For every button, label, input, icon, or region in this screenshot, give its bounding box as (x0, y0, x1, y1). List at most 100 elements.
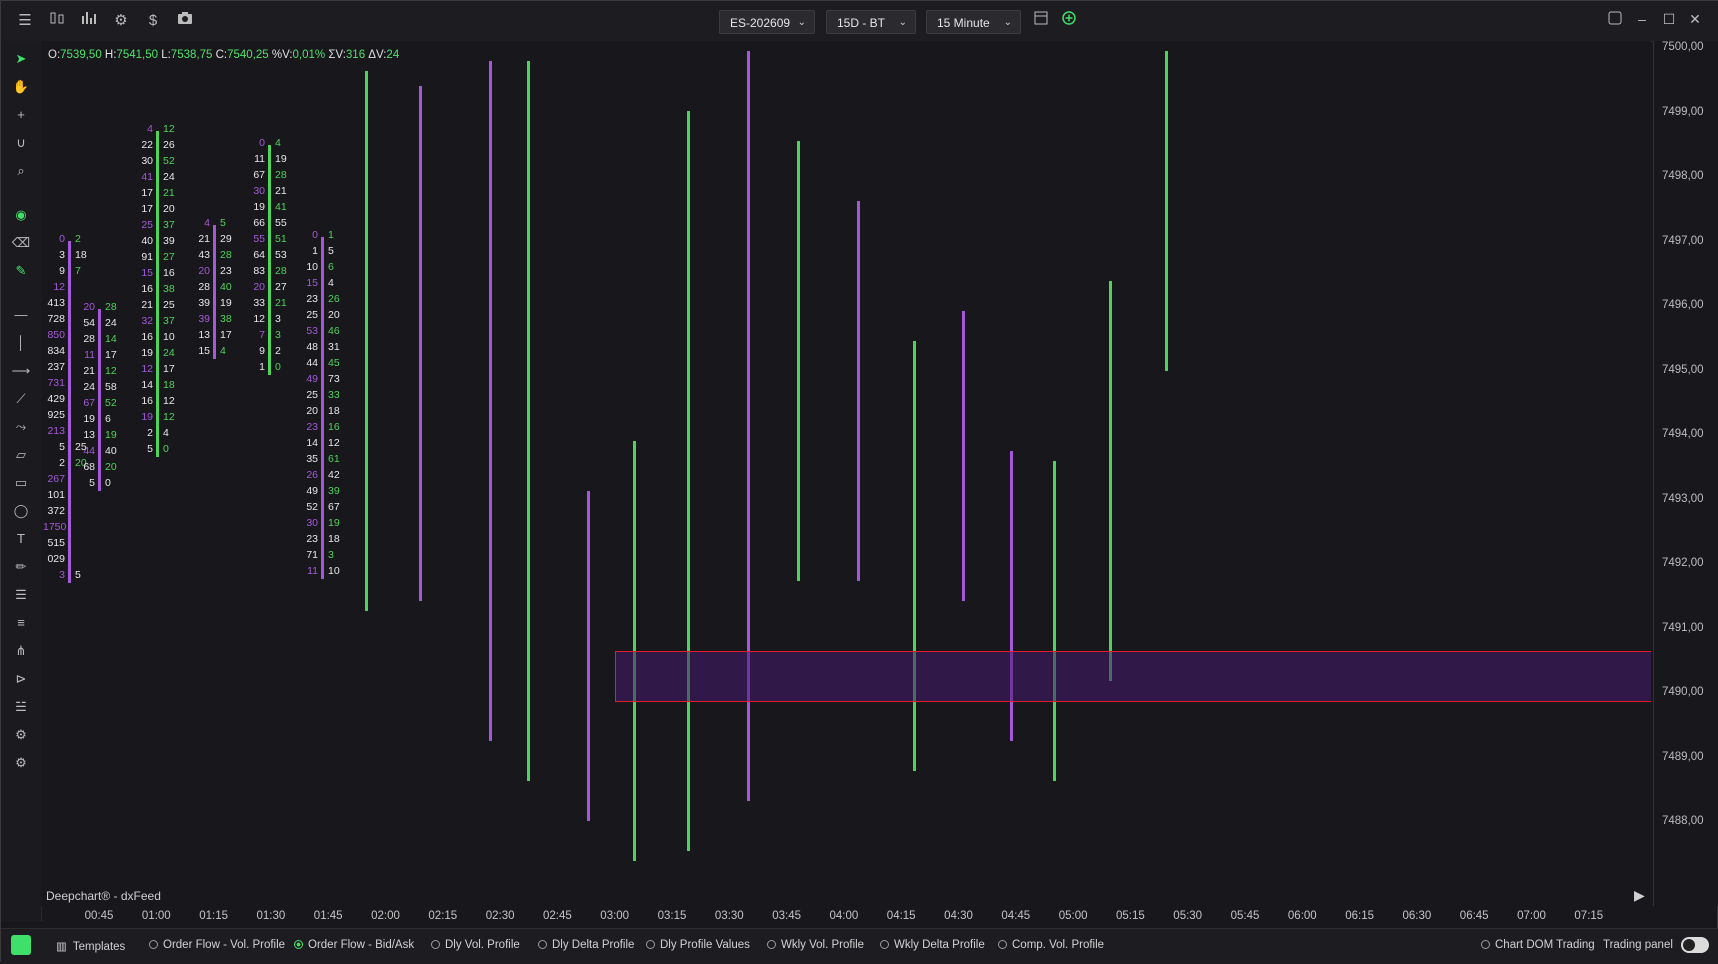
template-option[interactable]: Wkly Vol. Profile (767, 939, 864, 951)
play-icon[interactable]: ▶ (1634, 887, 1645, 904)
eraser-icon[interactable]: ⌫ (11, 233, 31, 253)
minimize-icon[interactable]: – (1632, 11, 1652, 27)
open-label: O: (48, 49, 61, 61)
pitchfork-icon[interactable]: ⋔ (11, 641, 31, 661)
template-option[interactable]: Comp. Vol. Profile (998, 939, 1104, 951)
selected-price-zone[interactable] (615, 651, 1651, 702)
bid-volume: 10 (306, 261, 318, 273)
price-label: 7496,00 (1662, 299, 1704, 311)
crosshair-icon[interactable]: + (11, 105, 31, 125)
layout-icon[interactable] (1031, 11, 1051, 31)
template-option[interactable]: Wkly Delta Profile (880, 939, 985, 951)
ray-icon[interactable]: ⟶ (11, 361, 31, 381)
ask-volume: 27 (163, 251, 175, 263)
bar-chart-icon[interactable] (79, 11, 99, 31)
templates-button[interactable]: ▥ Templates (56, 939, 125, 953)
footprint-cell: 21 29 (186, 233, 242, 249)
bid-volume: 21 (83, 365, 95, 377)
footprint-cell: 1750 (41, 521, 97, 537)
radio-icon (767, 940, 776, 949)
template-option[interactable]: Dly Profile Values (646, 939, 750, 951)
bid-volume: 19 (253, 201, 265, 213)
bid-volume: 267 (47, 473, 65, 485)
ellipse-icon[interactable]: ◯ (11, 501, 31, 521)
price-label: 7497,00 (1662, 234, 1704, 247)
footprint-cell: 32 37 (129, 315, 185, 331)
panel-toggle-icon[interactable] (11, 935, 31, 955)
template-option[interactable]: Order Flow - Vol. Profile (149, 939, 285, 951)
ask-volume: 26 (163, 139, 175, 151)
footprint-cell: 91 27 (129, 251, 185, 267)
period-dropdown[interactable]: 15D - BT ⌄ (826, 10, 916, 34)
footprint-cell: 21 25 (129, 299, 185, 315)
menu-icon[interactable]: ☰ (15, 11, 35, 31)
close-icon[interactable]: ✕ (1685, 11, 1705, 28)
vertical-line-icon[interactable]: │ (11, 333, 31, 353)
play-range-icon[interactable]: ⊳ (11, 669, 31, 689)
trendline-icon[interactable]: ⟋ (11, 389, 31, 409)
bars-icon[interactable] (47, 11, 67, 31)
bid-volume: 40 (141, 235, 153, 247)
profile-icon[interactable]: ☱ (11, 697, 31, 717)
hand-icon[interactable]: ✋ (11, 77, 31, 97)
ruler-icon[interactable]: ▱ (11, 445, 31, 465)
template-option[interactable]: Dly Vol. Profile (431, 939, 520, 951)
template-option-label: Dly Vol. Profile (445, 939, 520, 951)
time-axis[interactable]: 00:45 01:00 01:15 01:30 01:45 02:00 02:15 02:30… (41, 906, 1651, 928)
rectangle-icon[interactable]: ▭ (11, 473, 31, 493)
bottom-bar: ▥ Templates Order Flow - Vol. Profile Orde… (1, 928, 1718, 964)
ask-volume: 7 (75, 265, 81, 277)
cursor-icon[interactable]: ➤ (11, 49, 31, 69)
bid-volume: 850 (47, 329, 65, 341)
footprint-cell: 20 23 (186, 265, 242, 281)
camera-icon[interactable] (175, 11, 195, 31)
add-circle-icon[interactable] (1059, 11, 1079, 31)
object-settings-icon[interactable]: ⚙ (11, 753, 31, 773)
time-label: 01:15 (199, 910, 228, 922)
footprint-chart[interactable]: 0 2 3 18 9 7 12 413 728 850 834 237 731 429 925 213 5 25 2… (41, 41, 1651, 906)
bid-volume: 2 (147, 427, 153, 439)
trading-panel-toggle[interactable] (1681, 937, 1709, 953)
bid-volume: 029 (47, 553, 65, 565)
chart-dom-trading-option[interactable]: Chart DOM Trading (1481, 939, 1595, 951)
template-option[interactable]: Dly Delta Profile (538, 939, 634, 951)
bid-volume: 25 (306, 389, 318, 401)
ask-volume: 12 (105, 365, 117, 377)
brush-icon[interactable]: ✏ (11, 557, 31, 577)
footprint-cell: 28 40 (186, 281, 242, 297)
dollar-icon[interactable]: $ (143, 11, 163, 31)
fib-icon[interactable]: ☰ (11, 585, 31, 605)
eye-icon[interactable]: ◉ (11, 205, 31, 225)
maximize-icon[interactable]: ☐ (1659, 11, 1679, 28)
panel-icon[interactable] (1605, 11, 1625, 28)
price-axis[interactable]: 7500,00 7499,00 7498,00 7497,00 7496,00 7495,… (1653, 41, 1718, 906)
lines-icon[interactable]: ≡ (11, 613, 31, 633)
footprint-cell: 97 (41, 265, 97, 281)
text-icon[interactable]: T (11, 529, 31, 549)
footprint-cell: 16 38 (129, 283, 185, 299)
indicator-settings-icon[interactable]: ⚙ (11, 725, 31, 745)
lock-drawing-icon[interactable]: ✎ (11, 261, 31, 281)
path-icon[interactable]: ⤳ (11, 417, 31, 437)
bid-volume: 30 (306, 517, 318, 529)
template-option[interactable]: Order Flow - Bid/Ask (294, 939, 414, 951)
footprint-cell: 43 28 (186, 249, 242, 265)
footprint-cell: 54 24 (71, 317, 127, 333)
template-option-label: Order Flow - Vol. Profile (163, 939, 286, 951)
footprint-cell: 12 (41, 281, 97, 297)
footprint-cell: 35 61 (294, 453, 350, 469)
bid-volume: 55 (253, 233, 265, 245)
footprint-cell: 19 24 (129, 347, 185, 363)
horizontal-line-icon[interactable]: — (11, 305, 31, 325)
interval-dropdown[interactable]: 15 Minute ⌄ (926, 10, 1021, 34)
zoom-icon[interactable]: ⌕ (11, 161, 31, 181)
footprint-cell: 39 19 (186, 297, 242, 313)
bid-volume: 101 (47, 489, 65, 501)
footprint-cell: 28 14 (71, 333, 127, 349)
ask-volume: 39 (163, 235, 175, 247)
symbol-dropdown[interactable]: ES-202609 ⌄ (719, 10, 815, 34)
price-label: 7498,00 (1662, 170, 1704, 182)
settings-icon[interactable]: ⚙ (111, 11, 131, 31)
footprint-cell: 48 31 (294, 341, 350, 357)
magnet-icon[interactable]: ∪ (11, 133, 31, 153)
